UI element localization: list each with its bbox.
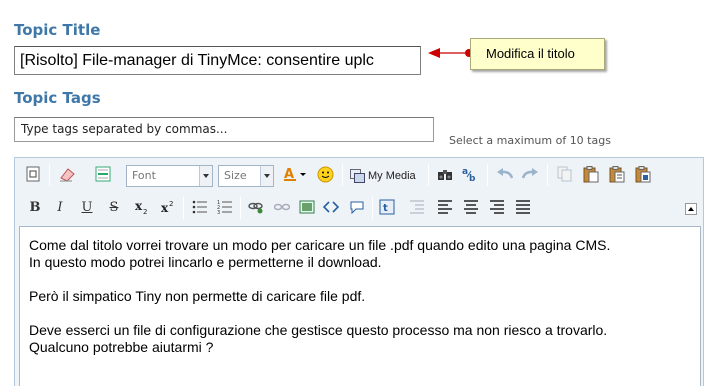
topic-tags-heading: Topic Tags bbox=[14, 89, 101, 107]
topic-title-input[interactable]: [Risolto] File-manager di TinyMce: conse… bbox=[14, 46, 421, 75]
superscript-icon[interactable]: x2 bbox=[158, 197, 178, 217]
svg-text:b: b bbox=[469, 174, 476, 183]
indent-icon[interactable] bbox=[407, 197, 427, 217]
content-line: In questo modo potrei lincarlo e permett… bbox=[29, 254, 382, 270]
tags-hint: Select a maximum of 10 tags bbox=[449, 134, 611, 147]
topic-tags-input[interactable]: Type tags separated by commas... bbox=[14, 117, 434, 142]
svg-text:x: x bbox=[135, 199, 143, 213]
font-select[interactable]: Font bbox=[126, 165, 213, 187]
topic-title-heading: Topic Title bbox=[14, 21, 101, 39]
toolbar-row-2: B I U S x2 x2 123 t bbox=[15, 194, 703, 224]
size-select-label: Size bbox=[224, 169, 247, 182]
blockquote-icon[interactable] bbox=[347, 197, 367, 217]
svg-text:t: t bbox=[383, 203, 388, 214]
my-media-label: My Media bbox=[368, 170, 416, 182]
svg-text:3: 3 bbox=[217, 210, 220, 214]
collapse-toolbar-button[interactable] bbox=[685, 203, 697, 215]
svg-text:a: a bbox=[462, 167, 468, 177]
topic-editor-form: Topic Title [Risolto] File-manager di Ti… bbox=[0, 0, 712, 386]
svg-text:2: 2 bbox=[169, 200, 173, 208]
tooltip-arrow-icon bbox=[428, 48, 473, 58]
svg-text:x: x bbox=[161, 201, 169, 215]
code-icon[interactable] bbox=[321, 197, 341, 217]
my-media-button[interactable]: My Media bbox=[350, 165, 416, 187]
align-center-icon[interactable] bbox=[461, 197, 481, 217]
edit-title-tooltip: Modifica il titolo bbox=[470, 38, 605, 70]
toolbar-separator bbox=[372, 197, 373, 219]
content-line: Deve esserci un file di configurazione c… bbox=[29, 322, 608, 338]
toolbar-separator bbox=[342, 164, 343, 186]
replace-icon[interactable]: ab bbox=[460, 164, 480, 184]
editor-content-area[interactable]: Come dal titolo vorrei trovare un modo p… bbox=[19, 226, 701, 386]
align-right-icon[interactable] bbox=[487, 197, 507, 217]
content-line: Però il simpatico Tiny non permette di c… bbox=[29, 288, 366, 304]
bold-button[interactable]: B bbox=[25, 197, 45, 217]
chevron-down-icon bbox=[199, 166, 212, 186]
html-source-icon[interactable] bbox=[23, 164, 43, 184]
paste-text-icon[interactable] bbox=[607, 164, 627, 184]
horizontal-rule-icon[interactable] bbox=[93, 164, 113, 184]
image-icon[interactable] bbox=[297, 197, 317, 217]
link-icon[interactable] bbox=[246, 197, 266, 217]
toolbar-separator bbox=[487, 164, 488, 186]
chevron-up-icon bbox=[688, 207, 694, 211]
size-select[interactable]: Size bbox=[218, 165, 274, 187]
chevron-down-icon bbox=[260, 166, 273, 186]
paste-word-icon[interactable] bbox=[633, 164, 653, 184]
content-line: Qualcuno potrebbe aiutarmi ? bbox=[29, 339, 214, 355]
underline-button[interactable]: U bbox=[77, 197, 97, 217]
toolbar-separator bbox=[547, 164, 548, 186]
font-select-label: Font bbox=[132, 169, 156, 182]
subscript-icon[interactable]: x2 bbox=[132, 197, 152, 217]
redo-icon[interactable] bbox=[520, 164, 540, 184]
copy-icon[interactable] bbox=[555, 164, 575, 184]
unlink-icon[interactable] bbox=[272, 197, 292, 217]
find-icon[interactable] bbox=[435, 164, 455, 184]
toolbar-separator bbox=[49, 164, 50, 186]
paste-icon[interactable] bbox=[581, 164, 601, 184]
numbered-list-icon[interactable]: 123 bbox=[215, 197, 235, 217]
readmore-icon[interactable]: t bbox=[377, 197, 397, 217]
toolbar-separator bbox=[240, 197, 241, 219]
smiley-icon[interactable] bbox=[315, 164, 335, 184]
media-icon bbox=[350, 169, 365, 183]
toolbar-separator bbox=[428, 164, 429, 186]
strikethrough-button[interactable]: S bbox=[104, 197, 124, 217]
toolbar-separator bbox=[183, 197, 184, 219]
content-line: Come dal titolo vorrei trovare un modo p… bbox=[29, 237, 611, 253]
align-justify-icon[interactable] bbox=[513, 197, 533, 217]
bullet-list-icon[interactable] bbox=[190, 197, 210, 217]
svg-text:2: 2 bbox=[143, 208, 147, 215]
align-left-icon[interactable] bbox=[435, 197, 455, 217]
undo-icon[interactable] bbox=[495, 164, 515, 184]
italic-button[interactable]: I bbox=[50, 197, 70, 217]
eraser-icon[interactable] bbox=[57, 164, 77, 184]
text-color-icon[interactable]: A bbox=[283, 164, 309, 184]
content-line bbox=[29, 305, 691, 322]
content-line bbox=[29, 271, 691, 288]
rich-text-editor: Font Size A My Media ab B I U S x 2 x 2 … bbox=[14, 157, 704, 386]
toolbar-row-1: Font Size A My Media ab bbox=[15, 161, 703, 191]
